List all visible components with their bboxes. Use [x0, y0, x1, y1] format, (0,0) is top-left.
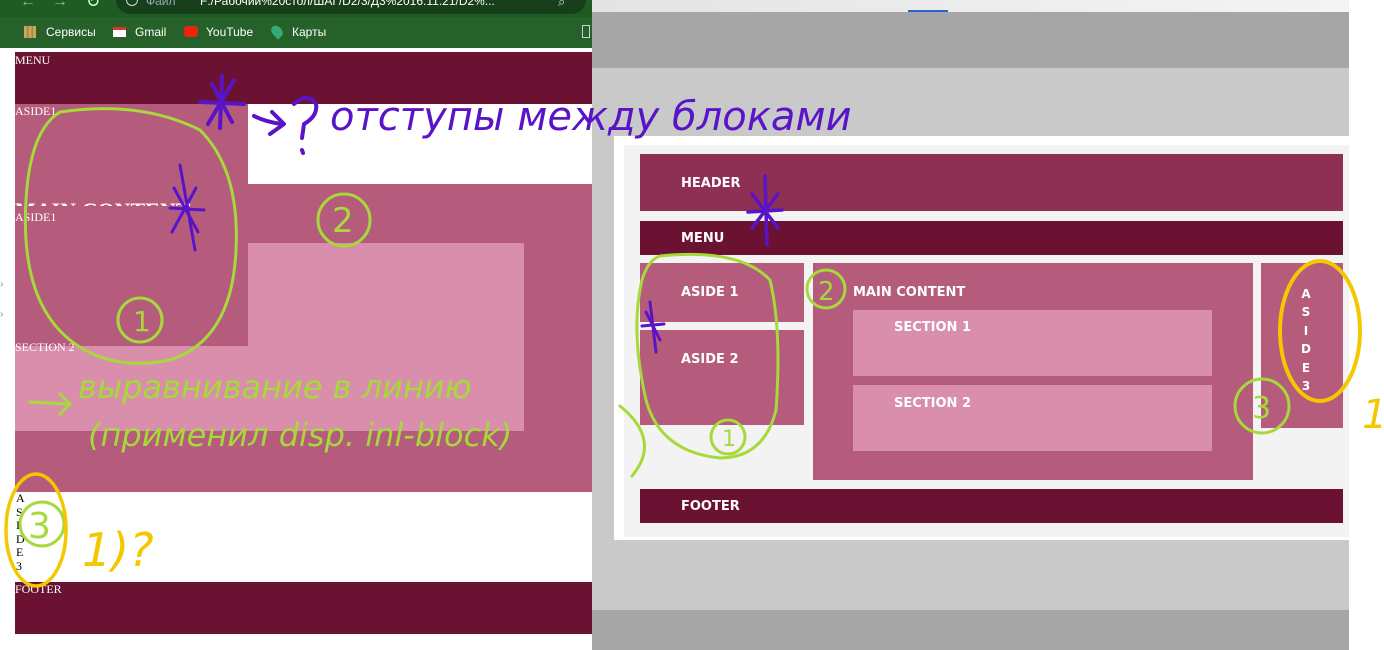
green-number-1-left: 1 [133, 305, 151, 338]
annotation-overlay: отступы между блоками выравнивание в лин… [4, 74, 1384, 588]
yellow-circle-right [1278, 259, 1362, 403]
purple-asterisk-main [168, 163, 206, 252]
green-arrow [28, 392, 72, 416]
yellow-right-note: 1) [1362, 392, 1384, 438]
green-circle-1-right [635, 252, 780, 460]
green-number-2-right: 2 [818, 277, 835, 307]
annotation-texts: отступы между блоками выравнивание в лин… [28, 94, 1384, 577]
yellow-question-note: 1)? [82, 523, 154, 577]
purple-arrow [252, 110, 286, 136]
green-number-3-left: 3 [28, 506, 51, 547]
green-bracket-right [618, 404, 646, 478]
green-circle-1-left [23, 107, 238, 365]
purple-asterisk-header [746, 174, 784, 246]
note-gaps-between-blocks: отступы между блоками [330, 94, 852, 140]
green-number-1-right: 1 [722, 427, 736, 452]
purple-asterisk-aside [640, 300, 666, 354]
green-number-2-left: 2 [332, 201, 354, 241]
green-number-3-right: 3 [1252, 391, 1271, 426]
note-inline-alignment: выравнивание в линию [78, 368, 472, 406]
purple-asterisk-top [198, 74, 246, 130]
purple-question-mark [292, 96, 319, 155]
note-inline-block: (применил disp. inl-block) [88, 416, 512, 454]
